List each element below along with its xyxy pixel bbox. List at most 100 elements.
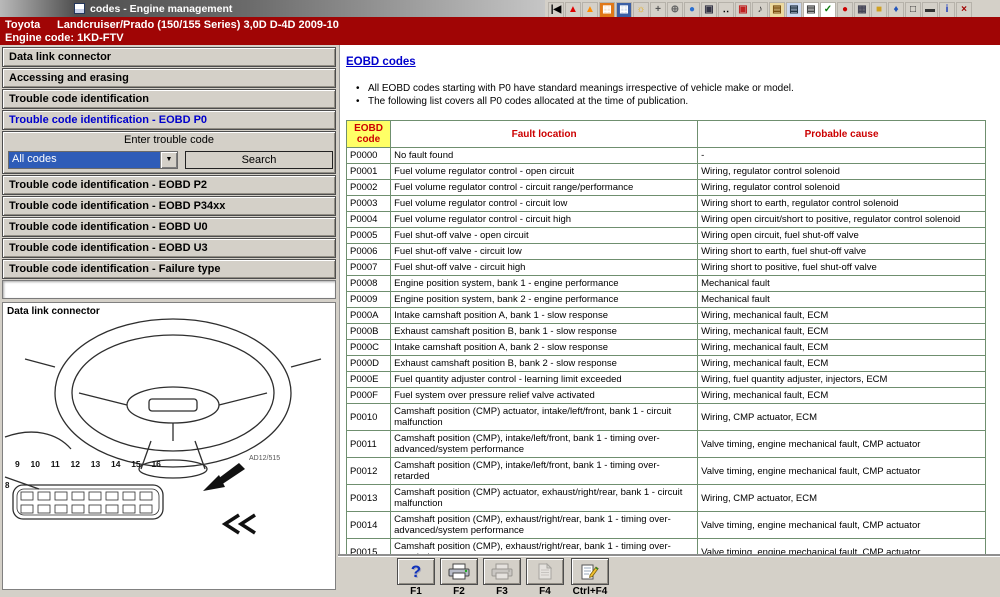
enter-trouble-code-label: Enter trouble code <box>3 132 335 146</box>
sidebar-item-data-link-connector[interactable]: Data link connector <box>2 47 336 67</box>
sidebar-bottom-group: Trouble code identification - EOBD P2Tro… <box>2 175 336 279</box>
probable-cause-cell: Wiring, mechanical fault, ECM <box>698 308 986 324</box>
fuse-box-icon[interactable]: ▦ <box>599 2 615 18</box>
sidebar-item-trouble-code-identification-eobd-p2[interactable]: Trouble code identification - EOBD P2 <box>2 175 336 195</box>
eobd-code-cell: P0003 <box>347 196 391 212</box>
code-row: P0003Fuel volume regulator control - cir… <box>347 196 986 212</box>
notepad-icon <box>581 563 599 580</box>
notes-button[interactable] <box>571 558 609 585</box>
grid-icon[interactable]: ▦ <box>854 2 870 18</box>
notes-button-group: Ctrl+F4 <box>568 558 612 597</box>
data-book-icon[interactable]: ▤ <box>786 2 802 18</box>
probable-cause-cell: Wiring, regulator control solenoid <box>698 164 986 180</box>
help-button[interactable]: ? <box>397 558 435 585</box>
bulb-icon[interactable]: ☼ <box>633 2 649 18</box>
wrench-icon[interactable]: + <box>650 2 666 18</box>
code-row: P0005Fuel shut-off valve - open circuitW… <box>347 228 986 244</box>
document-icon-glyph: ▤ <box>806 4 815 15</box>
print-preview-button-group: F3 <box>482 558 522 597</box>
sidebar-item-trouble-code-identification-failure-type[interactable]: Trouble code identification - Failure ty… <box>2 259 336 279</box>
eobd-code-cell: P0009 <box>347 292 391 308</box>
pin-number: 9 <box>15 459 20 469</box>
warning-icon[interactable]: ▲ <box>565 2 581 18</box>
monitor-alert-icon-glyph: ▣ <box>738 4 747 15</box>
data-link-connector-panel: Data link connector <box>2 302 336 590</box>
eobd-code-cell: P0001 <box>347 164 391 180</box>
export-button-key-label: F4 <box>525 586 565 597</box>
code-row: P0009Engine position system, bank 2 - en… <box>347 292 986 308</box>
sidebar-item-trouble-code-identification-eobd-p34xx[interactable]: Trouble code identification - EOBD P34xx <box>2 196 336 216</box>
fault-location-cell: Engine position system, bank 1 - engine … <box>391 276 698 292</box>
data-book-icon-glyph: ▤ <box>789 4 798 15</box>
code-row: P000AIntake camshaft position A, bank 1 … <box>347 308 986 324</box>
fault-location-cell: Fuel shut-off valve - circuit high <box>391 260 698 276</box>
fault-location-cell: Camshaft position (CMP), intake/left/fro… <box>391 431 698 458</box>
probable-cause-cell: Valve timing, engine mechanical fault, C… <box>698 458 986 485</box>
exit-icon-glyph: × <box>961 4 967 15</box>
chevron-arrows <box>225 515 255 533</box>
window-icon <box>74 3 85 14</box>
code-row: P0008Engine position system, bank 1 - en… <box>347 276 986 292</box>
checklist-icon[interactable]: ✓ <box>820 2 836 18</box>
window2-icon[interactable]: □ <box>905 2 921 18</box>
gear-icon[interactable]: ⊕ <box>667 2 683 18</box>
sidebar-item-trouble-code-identification-eobd-p0[interactable]: Trouble code identification - EOBD P0 <box>2 110 336 130</box>
info-icon[interactable]: i <box>939 2 955 18</box>
eobd-code-cell: P0013 <box>347 485 391 512</box>
sidebar-item-trouble-code-identification[interactable]: Trouble code identification <box>2 89 336 109</box>
eobd-code-cell: P0012 <box>347 458 391 485</box>
chevron-down-icon[interactable]: ▼ <box>160 152 177 168</box>
fault-location-cell: Fuel volume regulator control - open cir… <box>391 164 698 180</box>
exit-icon[interactable]: × <box>956 2 972 18</box>
calipers-icon[interactable]: ‥ <box>718 2 734 18</box>
connector-pin-numbers: 910111213141516 <box>15 459 161 469</box>
sidebar-item-accessing-and-erasing[interactable]: Accessing and erasing <box>2 68 336 88</box>
probable-cause-cell: Valve timing, engine mechanical fault, C… <box>698 539 986 557</box>
caution-icon[interactable]: ▲ <box>582 2 598 18</box>
content-area: EOBD codes •All EOBD codes starting with… <box>339 45 1000 556</box>
note-text: The following list covers all P0 codes a… <box>368 96 688 107</box>
nav-first-icon[interactable]: |◀ <box>548 2 564 18</box>
trouble-code-search-panel: Enter trouble code All codes ▼ Search <box>2 131 336 174</box>
manual-icon[interactable]: ▤ <box>769 2 785 18</box>
battery-icon[interactable]: ▬ <box>922 2 938 18</box>
code-row: P0002Fuel volume regulator control - cir… <box>347 180 986 196</box>
eobd-code-cell: P000F <box>347 388 391 404</box>
fault-location-cell: Exhaust camshaft position B, bank 2 - sl… <box>391 356 698 372</box>
fault-location-cell: Fuel shut-off valve - circuit low <box>391 244 698 260</box>
search-button[interactable]: Search <box>185 151 333 169</box>
sidebar-item-trouble-code-identification-eobd-u3[interactable]: Trouble code identification - EOBD U3 <box>2 238 336 258</box>
speaker-icon[interactable]: ♪ <box>752 2 768 18</box>
folder-icon[interactable]: ■ <box>871 2 887 18</box>
calculator-icon[interactable]: ▦ <box>616 2 632 18</box>
probable-cause-cell: Wiring, CMP actuator, ECM <box>698 485 986 512</box>
function-key-bar: ?F1F2F3F4Ctrl+F4 <box>338 556 1000 597</box>
print-button[interactable] <box>440 558 478 585</box>
stop-icon[interactable]: ● <box>837 2 853 18</box>
sidebar-top-group: Data link connectorAccessing and erasing… <box>2 47 336 130</box>
eobd-code-cell: P000E <box>347 372 391 388</box>
monitor-icon[interactable]: ▣ <box>701 2 717 18</box>
monitor-alert-icon[interactable]: ▣ <box>735 2 751 18</box>
page-icon <box>538 563 552 580</box>
nav-first-icon-glyph: |◀ <box>551 4 562 15</box>
probable-cause-header: Probable cause <box>698 121 986 148</box>
component-icon[interactable]: ♦ <box>888 2 904 18</box>
engine-code: Engine code: 1KD-FTV <box>5 32 995 45</box>
probable-cause-cell: Wiring, CMP actuator, ECM <box>698 404 986 431</box>
eobd-code-cell: P0004 <box>347 212 391 228</box>
autodata-window: codes - Engine management |◀▲▲▦▦☼+⊕●▣‥▣♪… <box>0 0 1000 597</box>
pin-number: 16 <box>151 459 160 469</box>
print-button-key-label: F2 <box>439 586 479 597</box>
document-icon[interactable]: ▤ <box>803 2 819 18</box>
code-row: P0012Camshaft position (CMP), intake/lef… <box>347 458 986 485</box>
fuse-box-icon-glyph: ▦ <box>602 4 611 15</box>
sidebar-item-trouble-code-identification-eobd-u0[interactable]: Trouble code identification - EOBD U0 <box>2 217 336 237</box>
globe-icon[interactable]: ● <box>684 2 700 18</box>
code-filter-dropdown[interactable]: All codes ▼ <box>8 151 178 169</box>
code-row: P000BExhaust camshaft position B, bank 1… <box>347 324 986 340</box>
vehicle-header: ToyotaLandcruiser/Prado (150/155 Series)… <box>0 17 1000 45</box>
component-icon-glyph: ♦ <box>893 4 898 15</box>
stop-icon-glyph: ● <box>842 4 848 15</box>
eobd-code-cell: P0015 <box>347 539 391 557</box>
